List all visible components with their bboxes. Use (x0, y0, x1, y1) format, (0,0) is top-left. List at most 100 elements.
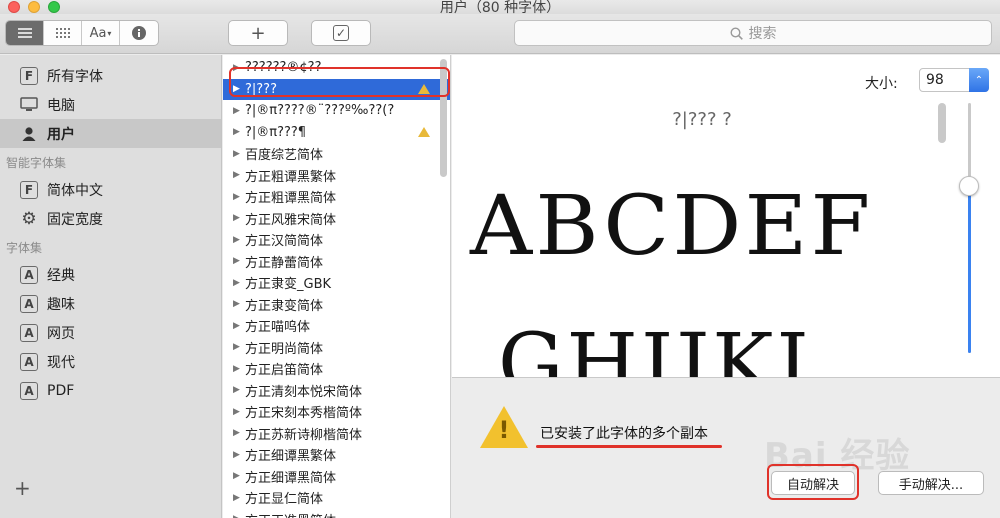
sidebar-item-modern[interactable]: A 现代 (0, 347, 221, 376)
font-list-item[interactable]: ▶ 方正粗谭黑繁体 (223, 165, 450, 187)
annotation-highlight-box (767, 464, 859, 500)
collections-header: 字体集 (6, 241, 43, 255)
sidebar-item-user[interactable]: 用户 (0, 119, 221, 148)
grid-view-button[interactable] (44, 21, 82, 45)
gear-icon: ⚙ (21, 208, 37, 229)
warning-icon (418, 127, 430, 138)
sidebar-item-simplified-chinese[interactable]: F 简体中文 (0, 175, 221, 204)
disclosure-triangle-icon[interactable]: ▶ (233, 407, 245, 417)
font-list-item[interactable]: ▶ 百度综艺简体 (223, 143, 450, 165)
font-list-item[interactable]: ▶ ?|®π????®¨???º‰??(? (223, 100, 450, 122)
preview-scrollbar[interactable] (938, 103, 946, 143)
font-list-item[interactable]: ▶ 方正明尚简体 (223, 337, 450, 359)
disclosure-triangle-icon[interactable]: ▶ (233, 493, 245, 503)
chevron-up-down-icon: ⌃ (969, 68, 989, 92)
font-name-label: 方正宋刻本秀楷简体 (245, 406, 363, 422)
sidebar-item-label: 固定宽度 (47, 211, 103, 228)
font-list-item[interactable]: ▶ 方正显仁简体 (223, 487, 450, 509)
font-list-item[interactable]: ▶ 方正清刻本悦宋简体 (223, 380, 450, 402)
font-list-item[interactable]: ▶ 方正宋刻本秀楷简体 (223, 401, 450, 423)
font-name-label: ?|®π????®¨???º‰??(? (245, 103, 395, 119)
disclosure-triangle-icon[interactable]: ▶ (233, 170, 245, 180)
font-list-item[interactable]: ▶ 方正苏新诗柳楷简体 (223, 423, 450, 445)
font-name-label: 方正清刻本悦宋简体 (245, 384, 363, 400)
font-list-item[interactable]: ▶ 方正静蕾简体 (223, 251, 450, 273)
font-list-item[interactable]: ▶ 方正隶变简体 (223, 294, 450, 316)
font-name-label: 方正隶变_GBK (245, 277, 332, 293)
sidebar-item-fixed-width[interactable]: ⚙ 固定宽度 (0, 204, 221, 233)
disclosure-triangle-icon[interactable]: ▶ (233, 342, 245, 352)
font-list-item[interactable]: ▶ 方正风雅宋简体 (223, 208, 450, 230)
search-icon (729, 26, 743, 40)
sidebar-item-label: 经典 (47, 267, 75, 284)
sidebar-item-label: 网页 (47, 325, 75, 342)
font-list-item[interactable]: ▶ 方正汉简简体 (223, 229, 450, 251)
search-placeholder: 搜索 (748, 26, 777, 42)
sidebar: F 所有字体 电脑 用户 智能字体集 F 简体中文 ⚙ 固定宽度 字体集 A 经… (0, 55, 222, 518)
font-name-label: 方正静蕾简体 (245, 255, 324, 271)
sidebar-item-all-fonts[interactable]: F 所有字体 (0, 61, 221, 90)
disclosure-triangle-icon[interactable]: ▶ (233, 514, 245, 518)
font-name-label: 方正粗谭黑繁体 (245, 169, 337, 185)
disclosure-triangle-icon[interactable]: ▶ (233, 256, 245, 266)
sample-view-button[interactable]: Aa ▾ (82, 21, 120, 45)
disclosure-triangle-icon[interactable]: ▶ (233, 213, 245, 223)
sidebar-item-label: 现代 (47, 354, 75, 371)
font-list-item[interactable]: ▶ 方正隶变_GBK (223, 272, 450, 294)
info-view-button[interactable] (120, 21, 158, 45)
sidebar-item-fun[interactable]: A 趣味 (0, 289, 221, 318)
search-input[interactable]: 搜索 (514, 20, 992, 46)
font-name-label: 方正细谭黑繁体 (245, 449, 337, 465)
disclosure-triangle-icon[interactable]: ▶ (233, 428, 245, 438)
size-value: 98 (926, 72, 944, 88)
sidebar-item-pdf[interactable]: A PDF (0, 376, 221, 405)
font-name-label: 方正隶变简体 (245, 298, 324, 314)
sidebar-item-label: PDF (47, 382, 75, 399)
preview-sample-line: GHIJKL (498, 317, 834, 377)
sidebar-item-label: 用户 (47, 126, 75, 143)
caret-icon: ▾ (107, 28, 112, 38)
font-name-label: 方正细谭黑简体 (245, 470, 337, 486)
sidebar-item-web[interactable]: A 网页 (0, 318, 221, 347)
disclosure-triangle-icon[interactable]: ▶ (233, 278, 245, 288)
collection-icon: A (20, 352, 38, 371)
add-font-button[interactable]: + (228, 20, 288, 46)
font-list-item[interactable]: ▶ 方正粗谭黑简体 (223, 186, 450, 208)
font-list-item[interactable]: ▶ ?|®π???¶ (223, 122, 450, 144)
font-list-item[interactable]: ▶方正正准黑简体 (223, 509, 450, 518)
disclosure-triangle-icon[interactable]: ▶ (233, 364, 245, 374)
disclosure-triangle-icon[interactable]: ▶ (233, 192, 245, 202)
sidebar-item-classic[interactable]: A 经典 (0, 260, 221, 289)
disclosure-triangle-icon[interactable]: ▶ (233, 106, 245, 116)
font-list-item[interactable]: ▶ 方正喵呜体 (223, 315, 450, 337)
font-list-item[interactable]: ▶ 方正启笛简体 (223, 358, 450, 380)
disclosure-triangle-icon[interactable]: ▶ (233, 149, 245, 159)
add-collection-button[interactable]: + (14, 476, 31, 500)
info-icon (132, 26, 146, 40)
font-list-item[interactable]: ▶ 方正细谭黑简体 (223, 466, 450, 488)
collection-icon: A (20, 294, 38, 313)
duplicate-font-message: 已安装了此字体的多个副本 (540, 426, 708, 442)
disclosure-triangle-icon[interactable]: ▶ (233, 471, 245, 481)
font-name-label: 方正喵呜体 (245, 320, 311, 336)
disclosure-triangle-icon[interactable]: ▶ (233, 385, 245, 395)
disclosure-triangle-icon[interactable]: ▶ (233, 450, 245, 460)
size-slider-knob[interactable] (959, 175, 979, 196)
collection-icon: A (20, 323, 38, 342)
validate-font-button[interactable]: ✓ (311, 20, 371, 46)
font-name-label: 方正汉简简体 (245, 234, 324, 250)
preview-sample-line: ABCDEF (470, 179, 874, 274)
list-view-button[interactable] (6, 21, 44, 45)
collection-icon: A (20, 265, 38, 284)
sample-text-icon: Aa (89, 25, 107, 41)
size-select[interactable]: 98 ⌃ (919, 68, 989, 92)
manual-resolve-button[interactable]: 手动解决... (878, 471, 984, 495)
font-list-item[interactable]: ▶ 方正细谭黑繁体 (223, 444, 450, 466)
disclosure-triangle-icon[interactable]: ▶ (233, 299, 245, 309)
sidebar-item-computer[interactable]: 电脑 (0, 90, 221, 119)
disclosure-triangle-icon[interactable]: ▶ (233, 235, 245, 245)
disclosure-triangle-icon[interactable]: ▶ (233, 321, 245, 331)
font-list: ▶ ??????®¢?? ▶ ?|??? ▶ ?|®π????®¨???º‰??(? ▶ ?|… (223, 55, 451, 518)
disclosure-triangle-icon[interactable]: ▶ (233, 127, 245, 137)
collection-icon: A (20, 381, 38, 400)
